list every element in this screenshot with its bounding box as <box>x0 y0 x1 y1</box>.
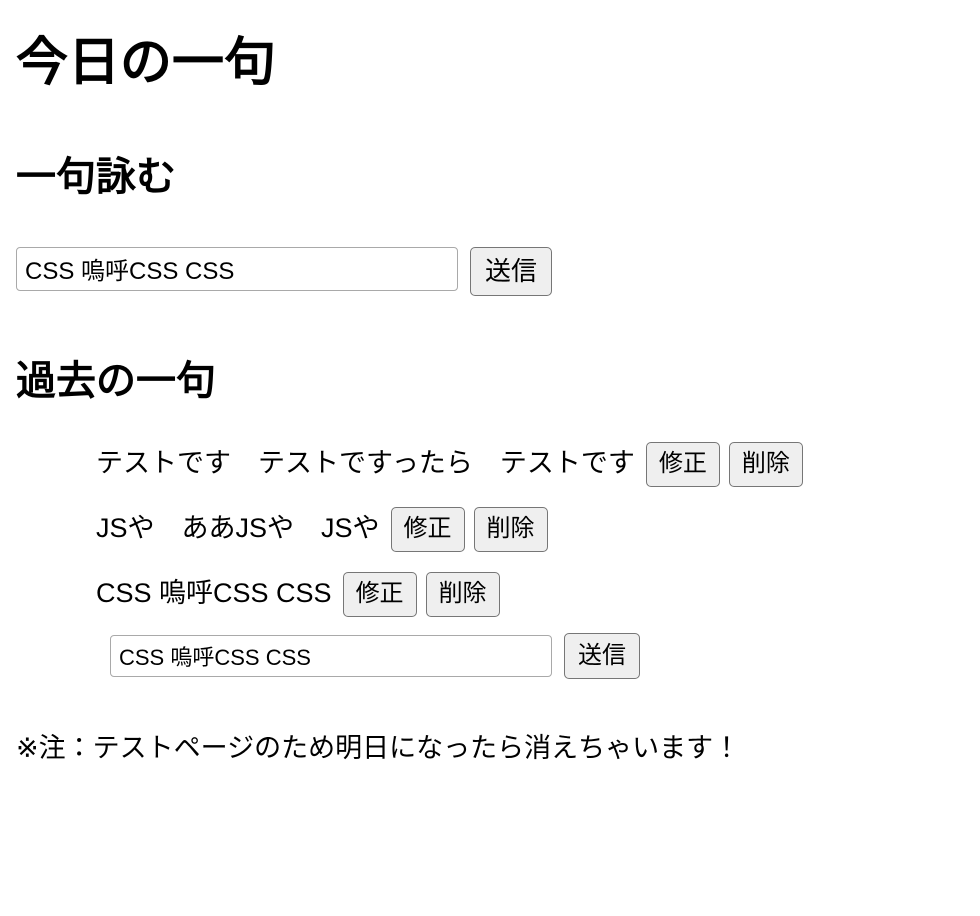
edit-button[interactable]: 修正 <box>342 571 417 617</box>
list-item: CSS 嗚呼CSS CSS 修正 削除 送信 <box>96 571 964 679</box>
haiku-text: テストです テストですったら テストです <box>96 448 635 479</box>
submit-button[interactable]: 送信 <box>470 246 553 296</box>
past-section-heading: 過去の一句 <box>16 358 216 403</box>
haiku-row: JSや ああJSや JSや 修正 削除 <box>96 506 548 552</box>
haiku-text: CSS 嗚呼CSS CSS <box>96 578 332 609</box>
page-container: 今日の一句 一句詠む 送信 過去の一句 テストです テストですったら テストです… <box>0 34 980 766</box>
page-title: 今日の一句 <box>16 34 277 92</box>
delete-button[interactable]: 削除 <box>473 506 548 552</box>
haiku-row: テストです テストですったら テストです 修正 削除 <box>96 441 803 487</box>
list-item: JSや ああJSや JSや 修正 削除 <box>96 506 964 552</box>
edit-submit-button[interactable]: 送信 <box>564 632 640 679</box>
edit-haiku-input[interactable] <box>110 634 552 677</box>
haiku-input[interactable] <box>16 246 458 291</box>
edit-button[interactable]: 修正 <box>390 506 465 552</box>
haiku-text: JSや ああJSや JSや <box>96 513 380 544</box>
inline-edit-form: 送信 <box>110 632 964 679</box>
past-haiku-list: テストです テストですったら テストです 修正 削除 JSや ああJSや JSや… <box>16 441 964 679</box>
notice-text: ※注：テストページのため明日になったら消えちゃいます！ <box>16 732 741 763</box>
compose-section-heading: 一句詠む <box>16 154 176 199</box>
haiku-row: CSS 嗚呼CSS CSS 修正 削除 <box>96 571 500 617</box>
delete-button[interactable]: 削除 <box>728 441 803 487</box>
edit-button[interactable]: 修正 <box>645 441 720 487</box>
compose-form: 送信 <box>16 246 964 296</box>
delete-button[interactable]: 削除 <box>425 571 500 617</box>
list-item: テストです テストですったら テストです 修正 削除 <box>96 441 964 487</box>
